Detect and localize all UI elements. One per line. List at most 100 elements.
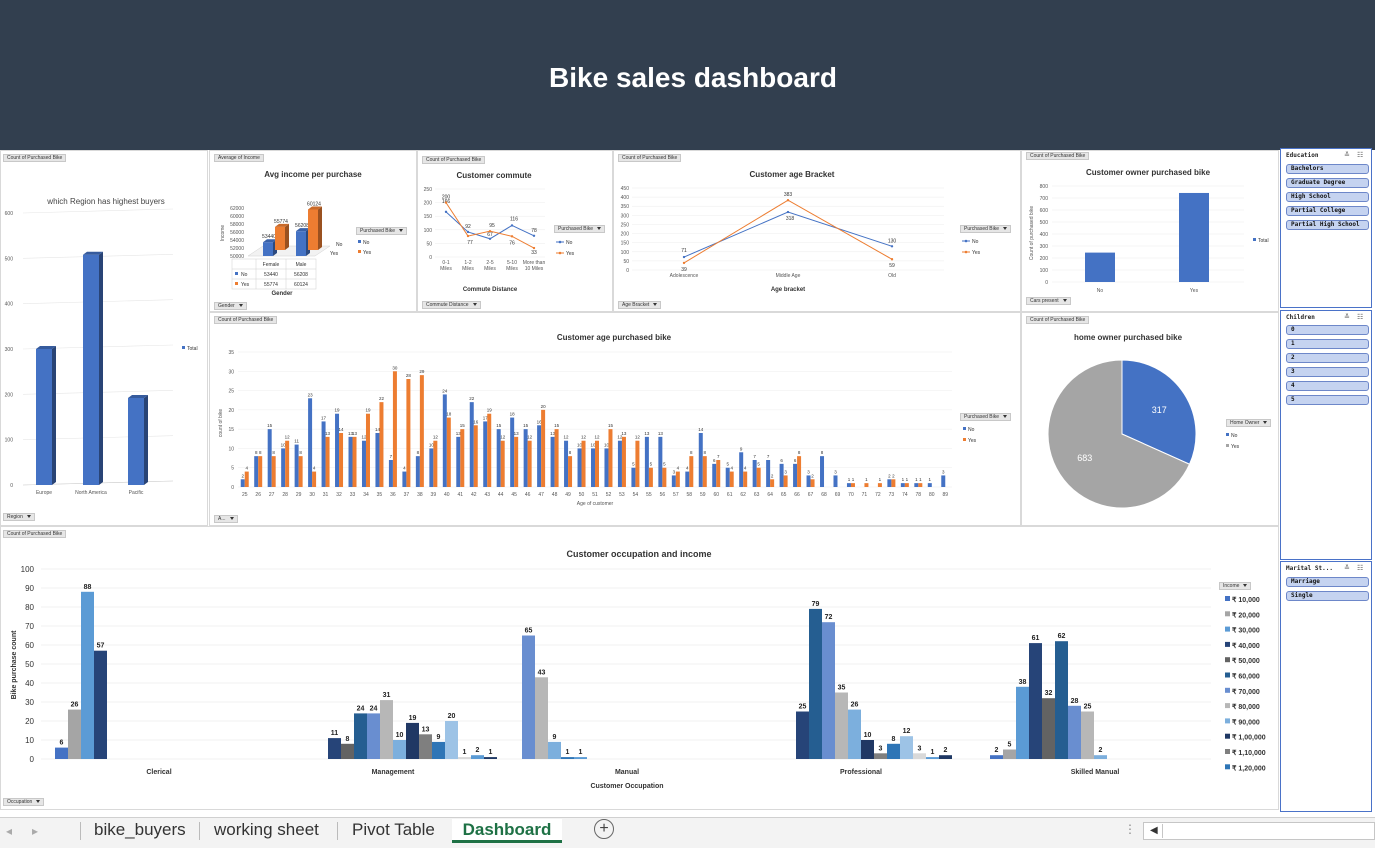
- tab-splitter-icon[interactable]: ⋮: [1124, 822, 1136, 836]
- data-label: 16: [473, 419, 479, 424]
- data-label: 2: [1099, 747, 1103, 754]
- x-tick-label: 26: [255, 492, 261, 498]
- data-label: 6: [780, 458, 783, 463]
- marital-status-slicer[interactable]: Marital St... ≚ ☷ Marriage Single: [1280, 561, 1372, 812]
- slicer-item[interactable]: Bachelors: [1286, 164, 1369, 174]
- slicer-item[interactable]: Single: [1286, 591, 1369, 601]
- region-axis-label: Region: [7, 514, 23, 520]
- slicer-item[interactable]: Partial College: [1286, 206, 1369, 216]
- legend-marker: [1225, 596, 1230, 601]
- data-label: 3: [673, 469, 676, 474]
- y-tick-label: 30: [25, 698, 34, 707]
- add-sheet-icon[interactable]: +: [594, 819, 614, 839]
- age-legend-label: Purchased Bike: [964, 414, 1000, 420]
- data-label: 1: [931, 749, 935, 756]
- age-chart-panel[interactable]: Count of Purchased Bike Customer age pur…: [209, 312, 1021, 526]
- home-owner-legend-filter[interactable]: Home Owner: [1226, 419, 1272, 427]
- floor-label: No: [336, 242, 343, 248]
- series-point: [444, 201, 448, 204]
- legend-dot-marker: [558, 251, 562, 255]
- data-label: 10: [864, 732, 872, 739]
- region-axis-filter[interactable]: Region: [3, 513, 35, 521]
- slicer-item[interactable]: 3: [1286, 367, 1369, 377]
- slicer-item[interactable]: Marriage: [1286, 577, 1369, 587]
- occupation-axis-filter[interactable]: Occupation: [3, 798, 45, 806]
- x-axis-title: Age of customer: [577, 501, 614, 507]
- slicer-item[interactable]: Graduate Degree: [1286, 178, 1369, 188]
- children-slicer[interactable]: Children ≚ ☷ 0 1 2 3 4 5: [1280, 310, 1372, 560]
- slicer-item[interactable]: Partial High School: [1286, 220, 1369, 230]
- clear-filter-icon[interactable]: ≚: [1344, 151, 1350, 159]
- multi-select-icon[interactable]: ☷: [1357, 564, 1363, 572]
- bar: [685, 471, 690, 487]
- occupation-chart-panel[interactable]: Count of Purchased Bike Customer occupat…: [0, 526, 1279, 810]
- bar: [591, 448, 595, 487]
- slicer-item[interactable]: 4: [1286, 381, 1369, 391]
- x-tick-label: 41: [458, 492, 464, 498]
- chevron-down-icon: [1003, 227, 1008, 231]
- age-legend-filter[interactable]: Purchased Bike: [960, 413, 1012, 421]
- bar: [445, 721, 458, 759]
- data-label: 95: [489, 223, 495, 229]
- income-chart-panel[interactable]: Average of Income Avg income per purchas…: [209, 150, 417, 312]
- legend-label: ₹ 30,000: [1232, 627, 1260, 635]
- income-legend-filter[interactable]: Purchased Bike: [356, 227, 408, 235]
- income-legend-filter-occupation[interactable]: Income: [1219, 582, 1252, 590]
- scroll-right-icon[interactable]: ▸: [32, 824, 38, 838]
- slicer-item[interactable]: 0: [1286, 325, 1369, 335]
- y-tick-label: 30: [228, 369, 234, 375]
- chevron-down-icon: [1003, 415, 1008, 419]
- bar: [904, 483, 909, 487]
- bar: [406, 379, 411, 487]
- multi-select-icon[interactable]: ☷: [1357, 313, 1363, 321]
- tab-bike-buyers[interactable]: bike_buyers: [84, 819, 196, 843]
- scrollbar-left-arrow-icon[interactable]: ◀: [1150, 825, 1158, 836]
- data-label: 8: [299, 450, 302, 455]
- y-tick-label: 100: [5, 438, 14, 444]
- scrollbar-thumb[interactable]: [1162, 824, 1362, 838]
- tab-pivot-table[interactable]: Pivot Table: [342, 819, 445, 843]
- data-label: 43: [538, 669, 546, 676]
- data-label: 4: [686, 466, 689, 471]
- legend-marker: [1225, 687, 1230, 693]
- agebracket-legend-filter[interactable]: Purchased Bike: [960, 225, 1012, 233]
- owner-chart-panel[interactable]: Count of Purchased Bike Customer owner p…: [1021, 150, 1279, 312]
- region-chart: which Region has highest buyers 0 100 200 30…: [5, 197, 198, 496]
- bar: [662, 467, 667, 487]
- home-owner-chart-panel[interactable]: Count of Purchased Bike home owner purch…: [1021, 312, 1279, 526]
- tab-dashboard[interactable]: Dashboard: [452, 819, 562, 843]
- tab-working-sheet[interactable]: working sheet: [204, 819, 329, 843]
- age-bracket-chart-panel[interactable]: Count of Purchased Bike Customer age Bra…: [613, 150, 1021, 312]
- data-label: 61: [1032, 635, 1040, 642]
- x-tick-label: Skilled Manual: [1071, 769, 1120, 776]
- multi-select-icon[interactable]: ☷: [1357, 151, 1363, 159]
- commute-legend-filter[interactable]: Purchased Bike: [554, 225, 606, 233]
- y-tick-label: 100: [621, 250, 630, 256]
- cars-axis-filter[interactable]: Cars present: [1026, 297, 1071, 305]
- income-axis-filter[interactable]: Gender: [214, 302, 247, 310]
- bar: [354, 713, 367, 759]
- education-slicer[interactable]: Education ≚ ☷ Bachelors Graduate Degree Hi…: [1280, 148, 1372, 308]
- bar: [874, 753, 887, 759]
- data-label: 4: [677, 466, 680, 471]
- slicer-item[interactable]: 1: [1286, 339, 1369, 349]
- series-point: [488, 237, 492, 240]
- slicer-item[interactable]: 2: [1286, 353, 1369, 363]
- bar: [648, 467, 653, 487]
- region-chart-panel[interactable]: Count of Purchased Bike which Region has…: [0, 150, 208, 526]
- bar: [568, 456, 573, 487]
- x-tick-label: Old: [888, 273, 896, 279]
- slicer-item[interactable]: 5: [1286, 395, 1369, 405]
- x-tick-label: 48: [552, 492, 558, 498]
- commute-chart-panel[interactable]: Count of Purchased Bike Customer commute…: [417, 150, 613, 312]
- clear-filter-icon[interactable]: ≚: [1344, 564, 1350, 572]
- legend-label: ₹ 60,000: [1232, 673, 1260, 681]
- legend-marker: [1226, 444, 1229, 447]
- scroll-left-icon[interactable]: ◂: [6, 824, 12, 838]
- age-axis-filter[interactable]: A...: [214, 515, 238, 523]
- slicer-item[interactable]: High School: [1286, 192, 1369, 202]
- clear-filter-icon[interactable]: ≚: [1344, 313, 1350, 321]
- horizontal-scrollbar[interactable]: ◀: [1143, 822, 1375, 840]
- agebracket-axis-filter[interactable]: Age Bracket: [618, 301, 662, 309]
- commute-axis-filter[interactable]: Commute Distance: [422, 301, 481, 309]
